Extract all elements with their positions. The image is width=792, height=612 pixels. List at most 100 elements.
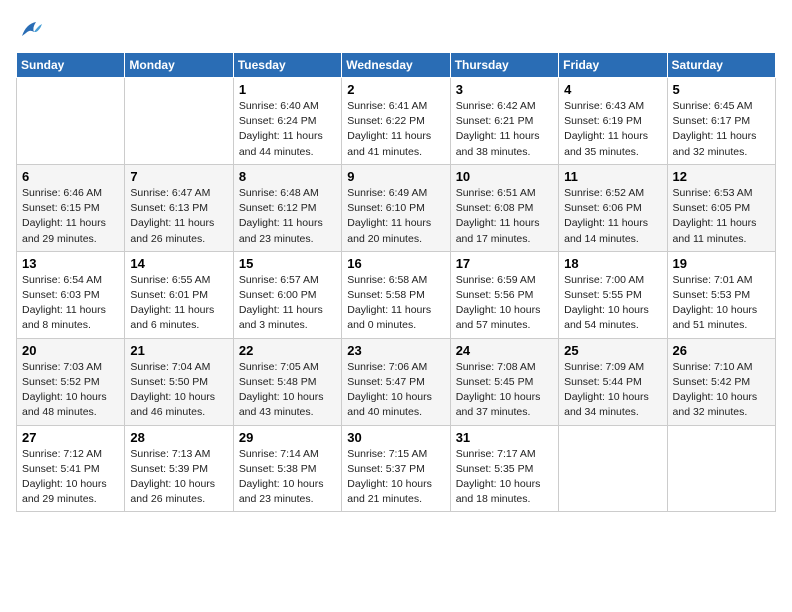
day-number: 15 <box>239 256 336 271</box>
calendar-cell: 27 Sunrise: 7:12 AMSunset: 5:41 PMDayligh… <box>17 425 125 512</box>
day-number: 23 <box>347 343 444 358</box>
day-info: Sunrise: 6:40 AMSunset: 6:24 PMDaylight:… <box>239 99 336 160</box>
calendar-table: SundayMondayTuesdayWednesdayThursdayFrid… <box>16 52 776 512</box>
weekday-header: Sunday <box>17 53 125 78</box>
day-number: 27 <box>22 430 119 445</box>
day-number: 14 <box>130 256 227 271</box>
day-number: 25 <box>564 343 661 358</box>
day-number: 5 <box>673 82 770 97</box>
day-number: 10 <box>456 169 553 184</box>
day-number: 2 <box>347 82 444 97</box>
calendar-cell: 14 Sunrise: 6:55 AMSunset: 6:01 PMDayligh… <box>125 251 233 338</box>
weekday-header: Friday <box>559 53 667 78</box>
calendar-cell: 17 Sunrise: 6:59 AMSunset: 5:56 PMDayligh… <box>450 251 558 338</box>
weekday-header: Tuesday <box>233 53 341 78</box>
day-info: Sunrise: 7:17 AMSunset: 5:35 PMDaylight:… <box>456 447 553 508</box>
day-info: Sunrise: 7:04 AMSunset: 5:50 PMDaylight:… <box>130 360 227 421</box>
calendar-cell: 30 Sunrise: 7:15 AMSunset: 5:37 PMDayligh… <box>342 425 450 512</box>
logo <box>16 16 48 44</box>
day-info: Sunrise: 6:52 AMSunset: 6:06 PMDaylight:… <box>564 186 661 247</box>
day-info: Sunrise: 7:10 AMSunset: 5:42 PMDaylight:… <box>673 360 770 421</box>
weekday-header: Saturday <box>667 53 775 78</box>
calendar-cell: 7 Sunrise: 6:47 AMSunset: 6:13 PMDaylight… <box>125 164 233 251</box>
calendar-cell: 5 Sunrise: 6:45 AMSunset: 6:17 PMDaylight… <box>667 78 775 165</box>
calendar-week-row: 27 Sunrise: 7:12 AMSunset: 5:41 PMDayligh… <box>17 425 776 512</box>
day-number: 7 <box>130 169 227 184</box>
calendar-cell: 2Sunrise: 6:41 AMSunset: 6:22 PMDaylight… <box>342 78 450 165</box>
calendar-cell: 18 Sunrise: 7:00 AMSunset: 5:55 PMDayligh… <box>559 251 667 338</box>
day-number: 30 <box>347 430 444 445</box>
day-info: Sunrise: 7:13 AMSunset: 5:39 PMDaylight:… <box>130 447 227 508</box>
calendar-week-row: 13 Sunrise: 6:54 AMSunset: 6:03 PMDayligh… <box>17 251 776 338</box>
day-number: 19 <box>673 256 770 271</box>
calendar-cell: 15 Sunrise: 6:57 AMSunset: 6:00 PMDayligh… <box>233 251 341 338</box>
calendar-cell: 13 Sunrise: 6:54 AMSunset: 6:03 PMDayligh… <box>17 251 125 338</box>
day-number: 12 <box>673 169 770 184</box>
calendar-cell: 26 Sunrise: 7:10 AMSunset: 5:42 PMDayligh… <box>667 338 775 425</box>
day-info: Sunrise: 7:01 AMSunset: 5:53 PMDaylight:… <box>673 273 770 334</box>
calendar-cell: 21 Sunrise: 7:04 AMSunset: 5:50 PMDayligh… <box>125 338 233 425</box>
calendar-cell: 19 Sunrise: 7:01 AMSunset: 5:53 PMDayligh… <box>667 251 775 338</box>
day-number: 21 <box>130 343 227 358</box>
day-info: Sunrise: 6:54 AMSunset: 6:03 PMDaylight:… <box>22 273 119 334</box>
day-info: Sunrise: 6:58 AMSunset: 5:58 PMDaylight:… <box>347 273 444 334</box>
day-info: Sunrise: 7:00 AMSunset: 5:55 PMDaylight:… <box>564 273 661 334</box>
day-info: Sunrise: 7:15 AMSunset: 5:37 PMDaylight:… <box>347 447 444 508</box>
weekday-header: Thursday <box>450 53 558 78</box>
day-info: Sunrise: 6:47 AMSunset: 6:13 PMDaylight:… <box>130 186 227 247</box>
calendar-cell: 23 Sunrise: 7:06 AMSunset: 5:47 PMDayligh… <box>342 338 450 425</box>
page-header <box>16 16 776 44</box>
calendar-cell: 4Sunrise: 6:43 AMSunset: 6:19 PMDaylight… <box>559 78 667 165</box>
day-info: Sunrise: 7:06 AMSunset: 5:47 PMDaylight:… <box>347 360 444 421</box>
calendar-cell: 12 Sunrise: 6:53 AMSunset: 6:05 PMDayligh… <box>667 164 775 251</box>
weekday-header-row: SundayMondayTuesdayWednesdayThursdayFrid… <box>17 53 776 78</box>
day-number: 9 <box>347 169 444 184</box>
day-info: Sunrise: 6:43 AMSunset: 6:19 PMDaylight:… <box>564 99 661 160</box>
calendar-cell <box>125 78 233 165</box>
calendar-cell: 9 Sunrise: 6:49 AMSunset: 6:10 PMDaylight… <box>342 164 450 251</box>
day-info: Sunrise: 7:05 AMSunset: 5:48 PMDaylight:… <box>239 360 336 421</box>
day-info: Sunrise: 6:42 AMSunset: 6:21 PMDaylight:… <box>456 99 553 160</box>
day-info: Sunrise: 6:51 AMSunset: 6:08 PMDaylight:… <box>456 186 553 247</box>
day-number: 17 <box>456 256 553 271</box>
day-info: Sunrise: 6:53 AMSunset: 6:05 PMDaylight:… <box>673 186 770 247</box>
day-number: 11 <box>564 169 661 184</box>
day-info: Sunrise: 7:08 AMSunset: 5:45 PMDaylight:… <box>456 360 553 421</box>
day-number: 28 <box>130 430 227 445</box>
day-info: Sunrise: 6:46 AMSunset: 6:15 PMDaylight:… <box>22 186 119 247</box>
logo-bird-icon <box>16 16 44 44</box>
day-number: 31 <box>456 430 553 445</box>
day-number: 13 <box>22 256 119 271</box>
calendar-cell <box>17 78 125 165</box>
day-info: Sunrise: 6:49 AMSunset: 6:10 PMDaylight:… <box>347 186 444 247</box>
calendar-week-row: 6 Sunrise: 6:46 AMSunset: 6:15 PMDaylight… <box>17 164 776 251</box>
day-number: 26 <box>673 343 770 358</box>
day-number: 29 <box>239 430 336 445</box>
day-number: 6 <box>22 169 119 184</box>
calendar-cell: 31 Sunrise: 7:17 AMSunset: 5:35 PMDayligh… <box>450 425 558 512</box>
day-number: 3 <box>456 82 553 97</box>
day-info: Sunrise: 6:59 AMSunset: 5:56 PMDaylight:… <box>456 273 553 334</box>
day-number: 20 <box>22 343 119 358</box>
day-number: 18 <box>564 256 661 271</box>
calendar-cell: 22Sunrise: 7:05 AMSunset: 5:48 PMDayligh… <box>233 338 341 425</box>
weekday-header: Wednesday <box>342 53 450 78</box>
calendar-cell: 3 Sunrise: 6:42 AMSunset: 6:21 PMDaylight… <box>450 78 558 165</box>
day-number: 24 <box>456 343 553 358</box>
day-info: Sunrise: 6:55 AMSunset: 6:01 PMDaylight:… <box>130 273 227 334</box>
day-info: Sunrise: 7:03 AMSunset: 5:52 PMDaylight:… <box>22 360 119 421</box>
day-info: Sunrise: 6:57 AMSunset: 6:00 PMDaylight:… <box>239 273 336 334</box>
calendar-cell: 16Sunrise: 6:58 AMSunset: 5:58 PMDayligh… <box>342 251 450 338</box>
calendar-cell: 10 Sunrise: 6:51 AMSunset: 6:08 PMDayligh… <box>450 164 558 251</box>
calendar-cell: 11 Sunrise: 6:52 AMSunset: 6:06 PMDayligh… <box>559 164 667 251</box>
day-info: Sunrise: 7:14 AMSunset: 5:38 PMDaylight:… <box>239 447 336 508</box>
calendar-cell: 25Sunrise: 7:09 AMSunset: 5:44 PMDayligh… <box>559 338 667 425</box>
day-info: Sunrise: 6:48 AMSunset: 6:12 PMDaylight:… <box>239 186 336 247</box>
day-number: 8 <box>239 169 336 184</box>
weekday-header: Monday <box>125 53 233 78</box>
calendar-cell: 1Sunrise: 6:40 AMSunset: 6:24 PMDaylight… <box>233 78 341 165</box>
day-info: Sunrise: 6:45 AMSunset: 6:17 PMDaylight:… <box>673 99 770 160</box>
calendar-cell: 20 Sunrise: 7:03 AMSunset: 5:52 PMDayligh… <box>17 338 125 425</box>
day-info: Sunrise: 7:12 AMSunset: 5:41 PMDaylight:… <box>22 447 119 508</box>
calendar-cell: 8 Sunrise: 6:48 AMSunset: 6:12 PMDaylight… <box>233 164 341 251</box>
